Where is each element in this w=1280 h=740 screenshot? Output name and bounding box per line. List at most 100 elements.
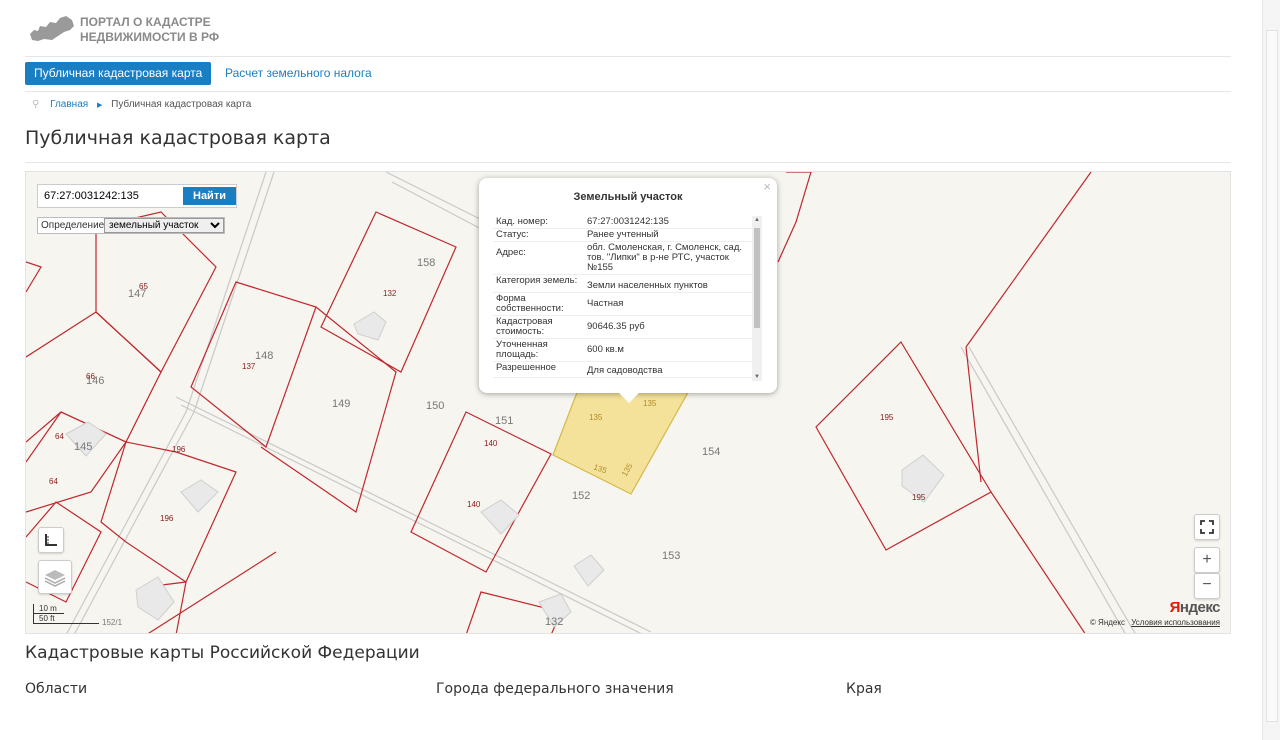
row-value: Частная <box>587 298 624 309</box>
logo-line1: ПОРТАЛ О КАДАСТРЕ <box>80 15 211 29</box>
definition-select[interactable]: земельный участок <box>104 218 224 233</box>
popup-scrollbar[interactable]: ▲ ▼ <box>752 216 762 381</box>
svg-text:65: 65 <box>139 282 148 291</box>
section-title: Кадастровые карты Российской Федерации <box>25 643 420 663</box>
table-row: Категория земель: Земли населенных пункто… <box>493 275 761 293</box>
table-row: Кадастровая стоимость: 90646.35 руб <box>493 316 761 339</box>
map-scale: 10 m 50 ft <box>33 604 99 624</box>
svg-text:145: 145 <box>74 441 92 453</box>
table-row: Уточненная площадь: 600 кв.м <box>493 339 761 362</box>
row-key: Уточненная площадь: <box>496 339 548 360</box>
breadcrumb: ⚲ Главная ▶ Публичная кадастровая карта <box>32 99 251 110</box>
svg-text:151: 151 <box>495 415 513 427</box>
ruler-icon <box>45 534 57 546</box>
svg-text:64: 64 <box>55 432 64 441</box>
svg-text:149: 149 <box>332 398 350 410</box>
breadcrumb-home[interactable]: Главная <box>50 99 88 110</box>
breadcrumb-current: Публичная кадастровая карта <box>111 99 252 110</box>
cadastral-search-input[interactable] <box>40 187 183 205</box>
svg-text:140: 140 <box>467 500 481 509</box>
divider <box>25 162 1231 163</box>
svg-text:152: 152 <box>572 490 590 502</box>
svg-text:158: 158 <box>417 257 435 269</box>
row-value: Ранее учтенный <box>587 229 659 240</box>
table-row: Статус: Ранее учтенный <box>493 229 761 242</box>
parcel-info-popup: × Земельный участок Кад. номер: 67:27:003… <box>479 178 777 403</box>
search-button[interactable]: Найти <box>183 187 236 205</box>
page-title: Публичная кадастровая карта <box>25 127 331 149</box>
terms-link[interactable]: Условия использования <box>1131 618 1220 627</box>
svg-text:135: 135 <box>589 413 603 422</box>
scroll-down-icon[interactable]: ▼ <box>752 374 762 380</box>
row-key: Разрешенное <box>496 362 557 373</box>
column-federal-cities[interactable]: Города федерального значения <box>436 681 674 697</box>
row-key: Форма собственности: <box>496 293 564 314</box>
svg-text:152/1: 152/1 <box>102 618 123 627</box>
row-value: 90646.35 руб <box>587 321 645 332</box>
scroll-thumb[interactable] <box>754 228 760 328</box>
popup-table: Кад. номер: 67:27:0031242:135 Статус: Ране… <box>493 216 761 381</box>
popup-title: Земельный участок <box>573 191 683 203</box>
svg-text:154: 154 <box>702 446 720 458</box>
column-regions[interactable]: Области <box>25 681 87 697</box>
svg-text:64: 64 <box>49 477 58 486</box>
definition-panel: Определение: земельный участок <box>37 217 225 234</box>
row-value: Для садоводства <box>587 365 663 376</box>
svg-text:195: 195 <box>912 493 926 502</box>
divider <box>25 91 1231 92</box>
svg-text:135: 135 <box>643 399 657 408</box>
svg-text:132: 132 <box>545 616 563 628</box>
row-key: Категория земель: <box>496 275 578 286</box>
row-key: Кад. номер: <box>496 216 548 227</box>
svg-text:132: 132 <box>383 289 397 298</box>
svg-text:195: 195 <box>880 413 894 422</box>
row-value: Земли населенных пунктов <box>587 280 708 291</box>
layers-button[interactable] <box>38 560 72 594</box>
fullscreen-button[interactable] <box>1194 514 1220 540</box>
scale-imperial: 50 ft <box>33 614 99 624</box>
copyright-text: © Яндекс <box>1089 618 1125 627</box>
zoom-out-button[interactable]: − <box>1194 573 1220 599</box>
svg-text:66: 66 <box>86 372 95 381</box>
column-krais[interactable]: Края <box>846 681 882 697</box>
row-key: Кадастровая стоимость: <box>496 316 553 337</box>
page-scrollbar[interactable] <box>1262 0 1280 740</box>
row-key: Адрес: <box>496 247 526 258</box>
tab-public-cadastral-map[interactable]: Публичная кадастровая карта <box>25 62 212 85</box>
row-value: 67:27:0031242:135 <box>587 216 669 227</box>
zoom-in-button[interactable]: + <box>1194 547 1220 573</box>
logo-text: ндекс <box>1179 599 1221 616</box>
svg-text:150: 150 <box>426 400 444 412</box>
definition-label: Определение: <box>41 220 108 231</box>
location-pin-icon: ⚲ <box>32 99 40 110</box>
svg-text:196: 196 <box>160 514 174 523</box>
search-panel: Найти <box>37 184 237 208</box>
row-value: обл. Смоленская, г. Смоленск, сад. тов. … <box>587 242 743 273</box>
portal-logo[interactable]: ПОРТАЛ О КАДАСТРЕ НЕДВИЖИМОСТИ В РФ <box>28 12 228 46</box>
svg-text:137: 137 <box>242 362 256 371</box>
fullscreen-icon <box>1200 520 1214 534</box>
tab-land-tax[interactable]: Расчет земельного налога <box>225 62 372 85</box>
divider <box>25 56 1231 57</box>
svg-text:140: 140 <box>484 439 498 448</box>
logo-letter: Я <box>1169 599 1181 616</box>
yandex-logo[interactable]: Яндекс <box>1169 599 1221 616</box>
page-scroll-thumb[interactable] <box>1266 30 1278 722</box>
table-row: Кад. номер: 67:27:0031242:135 <box>493 216 761 229</box>
layers-icon <box>44 570 66 587</box>
svg-text:196: 196 <box>172 445 186 454</box>
table-row: Разрешенное Для садоводства <box>493 362 761 378</box>
table-row: Форма собственности: Частная <box>493 293 761 316</box>
map-copyright: © Яндекс Условия использования <box>1090 618 1220 627</box>
chevron-right-icon: ▶ <box>96 102 103 109</box>
scroll-up-icon[interactable]: ▲ <box>752 217 762 223</box>
scale-metric: 10 m <box>33 604 64 614</box>
row-key: Статус: <box>496 229 529 240</box>
cadastral-map[interactable]: 147 146 145 148 149 150 151 152 153 154 158 132 … <box>25 171 1231 634</box>
table-row: Адрес: обл. Смоленская, г. Смоленск, сад.… <box>493 242 761 275</box>
ruler-button[interactable] <box>38 527 64 553</box>
logo-line2: НЕДВИЖИМОСТИ В РФ <box>80 30 220 44</box>
row-value: 600 кв.м <box>587 344 624 355</box>
russia-map-icon <box>30 16 74 41</box>
svg-text:153: 153 <box>662 550 680 562</box>
